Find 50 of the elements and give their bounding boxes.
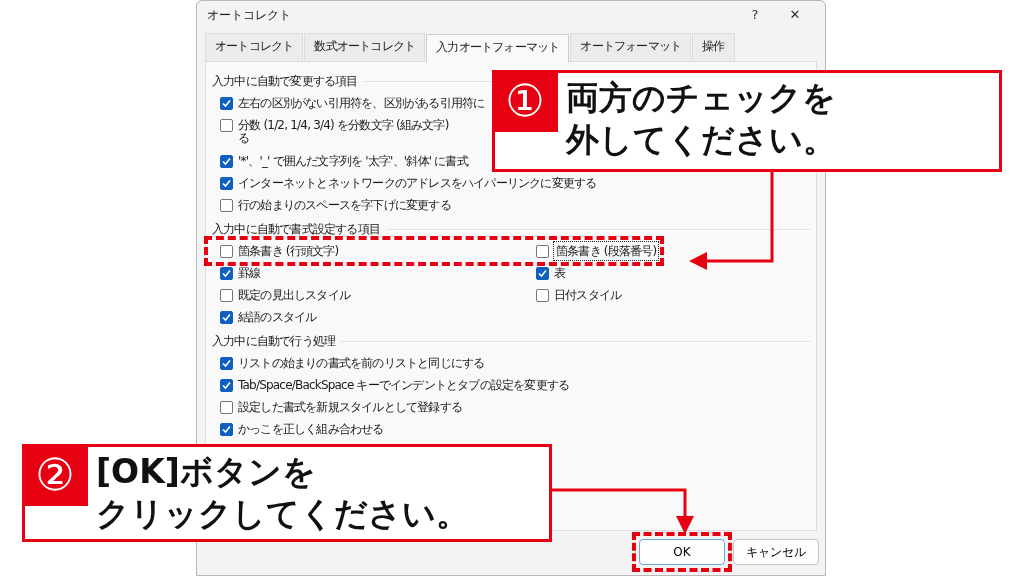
step-number: ① bbox=[492, 70, 558, 132]
checkbox[interactable] bbox=[220, 118, 233, 132]
checkbox-label[interactable]: Tab/Space/BackSpace キーでインデントとタブの設定を変更する bbox=[238, 376, 570, 394]
checkbox-label[interactable]: 分数 (1/2, 1/4, 3/4) を分数文字 (組み文字) bbox=[238, 116, 449, 134]
tab[interactable]: オートフォーマット bbox=[570, 33, 692, 61]
checkbox[interactable] bbox=[220, 378, 233, 392]
checkbox[interactable] bbox=[220, 400, 233, 414]
checkbox[interactable] bbox=[220, 356, 233, 370]
checkbox[interactable] bbox=[220, 96, 233, 110]
checkbox-label[interactable]: 日付スタイル bbox=[554, 286, 622, 304]
checkbox-label[interactable]: 表 bbox=[554, 264, 566, 282]
checkbox-label[interactable]: 罫線 bbox=[238, 264, 261, 282]
section-label: 入力中に自動で変更する項目 bbox=[212, 73, 358, 90]
checkbox[interactable] bbox=[220, 176, 233, 190]
help-button[interactable]: ? bbox=[735, 4, 775, 26]
checkbox-label[interactable]: 結語のスタイル bbox=[238, 308, 317, 326]
checkbox[interactable] bbox=[536, 288, 549, 302]
checkbox-label[interactable]: '*'、'_' で囲んだ文字列を '太字'、'斜体' に書式 bbox=[238, 152, 468, 170]
tab[interactable]: 入力オートフォーマット bbox=[426, 34, 570, 62]
checkbox[interactable] bbox=[220, 198, 233, 212]
checkbox-label[interactable]: 箇条書き (行頭文字) bbox=[238, 242, 339, 260]
close-button[interactable]: ✕ bbox=[775, 4, 815, 26]
window-title: オートコレクト bbox=[207, 7, 291, 24]
checkbox-label[interactable]: 設定した書式を新規スタイルとして登録する bbox=[238, 398, 462, 416]
checkbox-label[interactable]: 箇条書き (段落番号) bbox=[554, 242, 659, 260]
checkbox[interactable] bbox=[220, 244, 233, 258]
checkbox-label[interactable]: かっこを正しく組み合わせる bbox=[238, 420, 384, 438]
checkbox-label[interactable]: 左右の区別がない引用符を、区別がある引用符に bbox=[238, 94, 485, 112]
cancel-button[interactable]: キャンセル bbox=[733, 539, 819, 565]
step-number: ② bbox=[22, 444, 88, 506]
checkbox[interactable] bbox=[220, 154, 233, 168]
checkbox[interactable] bbox=[536, 266, 549, 280]
checkbox-label[interactable]: 既定の見出しスタイル bbox=[238, 286, 350, 304]
checkbox-label[interactable]: る bbox=[238, 131, 250, 145]
checkbox[interactable] bbox=[220, 422, 233, 436]
tab[interactable]: オートコレクト bbox=[205, 33, 304, 61]
checkbox[interactable] bbox=[220, 266, 233, 280]
checkbox-label[interactable]: インターネットとネットワークのアドレスをハイパーリンクに変更する bbox=[238, 174, 597, 192]
section-label: 入力中に自動で行う処理 bbox=[212, 333, 336, 350]
callout-text: 両方のチェックを 外してください。 bbox=[564, 77, 837, 161]
tab[interactable]: 数式オートコレクト bbox=[304, 33, 426, 61]
checkbox-label[interactable]: 行の始まりのスペースを字下げに変更する bbox=[238, 196, 451, 214]
callout-text: [OK]ボタンを クリックしてください。 bbox=[95, 451, 470, 535]
checkbox[interactable] bbox=[220, 288, 233, 302]
tab[interactable]: 操作 bbox=[692, 33, 735, 61]
checkbox-label[interactable]: リストの始まりの書式を前のリストと同じにする bbox=[238, 354, 485, 372]
checkbox[interactable] bbox=[220, 310, 233, 324]
section-label: 入力中に自動で書式設定する項目 bbox=[212, 221, 380, 238]
checkbox[interactable] bbox=[536, 244, 549, 258]
ok-button[interactable]: OK bbox=[639, 539, 725, 565]
